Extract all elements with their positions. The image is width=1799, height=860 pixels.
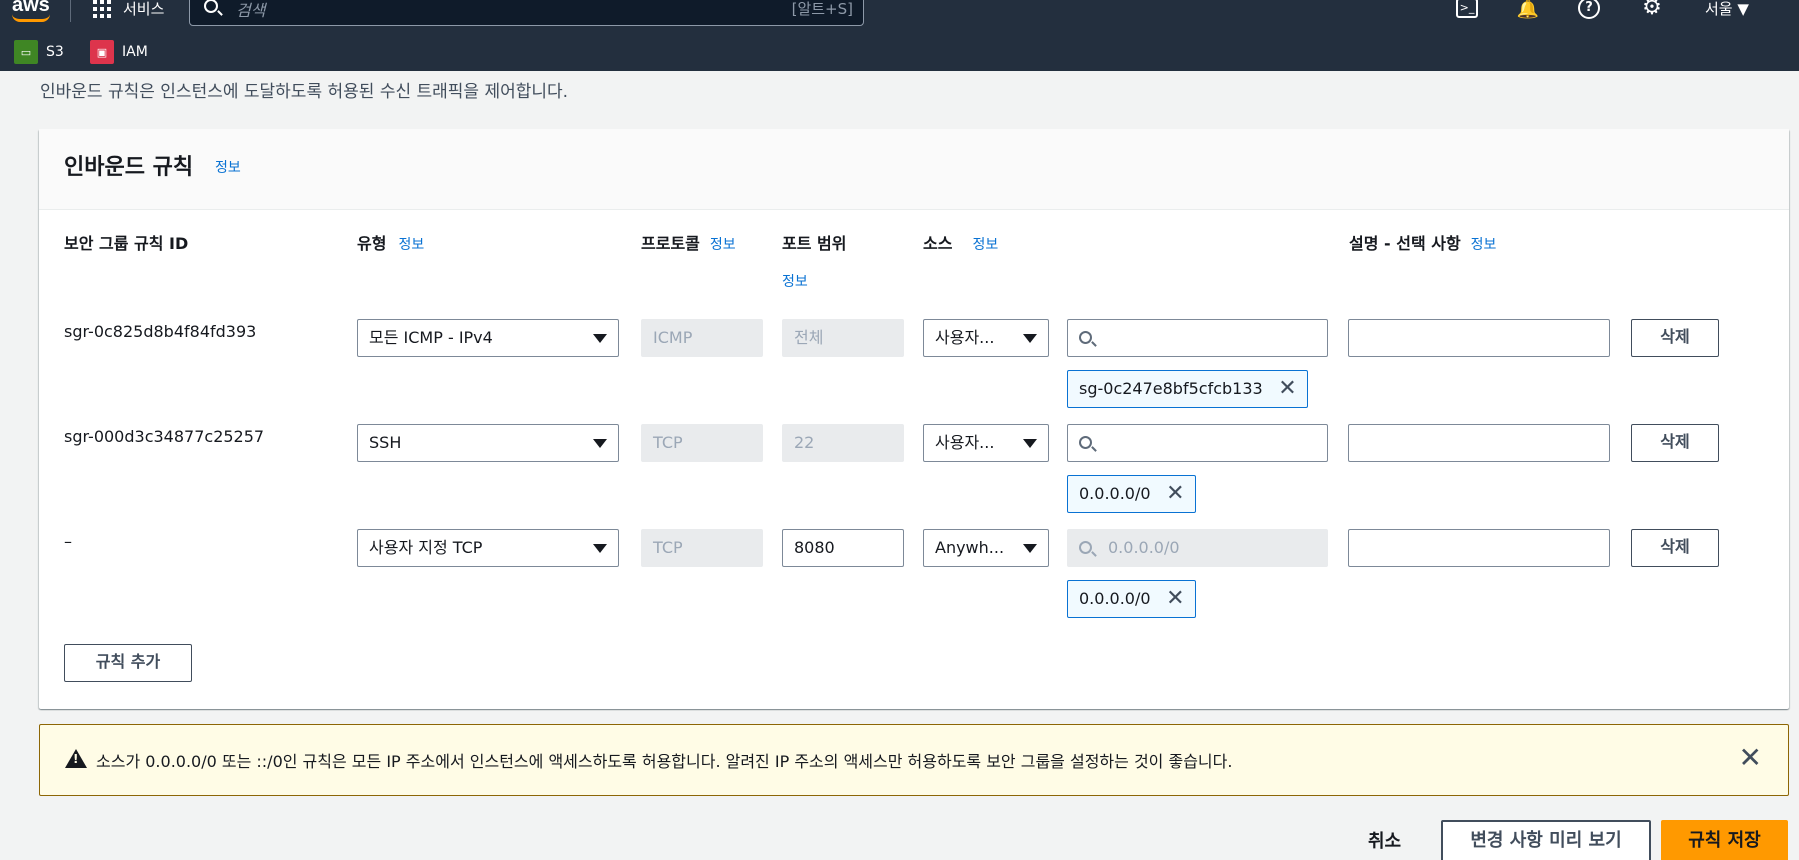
preview-changes-button[interactable]: 변경 사항 미리 보기 [1441,820,1651,860]
source-token: 0.0.0.0/0 ✕ [1067,580,1196,618]
caret-down-icon [1023,544,1037,553]
col-protocol-info-link[interactable]: 정보 [710,237,736,253]
cancel-button[interactable]: 취소 [1368,827,1401,853]
s3-icon: ▭ [14,40,38,64]
col-source-info-link[interactable]: 정보 [972,237,998,253]
source-token: sg-0c247e8bf5cfcb133 ✕ [1067,370,1308,408]
iam-icon: ▣ [90,40,114,64]
panel-title: 인바운드 규칙 [64,155,194,180]
protocol-field: ICMP [641,319,763,357]
col-protocol: 프로토콜 정보 [641,230,736,254]
col-description-label: 설명 - 선택 사항 [1349,234,1461,253]
description-input[interactable] [1348,529,1610,567]
favorite-s3-label: S3 [46,44,64,60]
search-icon [1079,541,1092,554]
remove-token-icon[interactable]: ✕ [1166,476,1184,512]
search-icon [1079,331,1092,344]
caret-down-icon [1023,439,1037,448]
protocol-field: TCP [641,529,763,567]
gear-icon[interactable]: ⚙ [1640,0,1664,20]
caret-down-icon [593,439,607,448]
source-token: 0.0.0.0/0 ✕ [1067,475,1196,513]
source-type-select[interactable]: Anywh... [923,529,1049,567]
col-description: 설명 - 선택 사항 정보 [1349,230,1496,254]
source-type-value: Anywh... [935,538,1005,557]
rule-id: sgr-0c825d8b4f84fd393 [64,322,257,341]
delete-rule-button[interactable]: 삭제 [1631,424,1719,462]
region-selector[interactable]: 서울 ▼ [1705,0,1749,19]
close-icon[interactable]: ✕ [1739,741,1762,774]
type-select-value: 사용자 지정 TCP [369,538,483,557]
save-rules-button[interactable]: 규칙 저장 [1661,820,1788,860]
col-protocol-label: 프로토콜 [641,234,700,253]
inbound-rules-panel: 인바운드 규칙 정보 보안 그룹 규칙 ID 유형 정보 프로토콜 정보 포트 범위… [39,129,1789,709]
services-grid-icon[interactable] [93,0,111,18]
source-search-input: 0.0.0.0/0 [1067,529,1328,567]
type-select-value: 모든 ICMP - IPv4 [369,328,493,347]
delete-rule-button[interactable]: 삭제 [1631,529,1719,567]
nav-divider [70,0,71,22]
protocol-field: TCP [641,424,763,462]
source-token-label: 0.0.0.0/0 [1079,484,1151,503]
col-description-info-link[interactable]: 정보 [1471,237,1497,253]
add-rule-button[interactable]: 규칙 추가 [64,644,192,682]
search-placeholder: 검색 [236,1,266,20]
type-select[interactable]: 모든 ICMP - IPv4 [357,319,619,357]
source-type-select[interactable]: 사용자... [923,424,1049,462]
delete-rule-button[interactable]: 삭제 [1631,319,1719,357]
type-select[interactable]: SSH [357,424,619,462]
source-search-input[interactable] [1067,424,1328,462]
port-range-field: 전체 [782,319,904,357]
rule-id: – [64,532,72,551]
panel-info-link[interactable]: 정보 [215,157,241,177]
col-type: 유형 정보 [357,230,424,254]
col-port-range: 포트 범위 [782,234,847,253]
cloudshell-icon[interactable]: >_ [1456,0,1478,18]
col-source: 소스 정보 [923,230,998,254]
warning-icon [65,749,87,768]
top-navigation: aws 서비스 검색 [알트+S] >_ 🔔 ? ⚙ 서울 ▼ ▭ S3 ▣ I… [0,0,1799,71]
col-source-label: 소스 [923,234,953,253]
global-search-input[interactable]: 검색 [알트+S] [189,0,864,26]
search-shortcut-hint: [알트+S] [791,0,853,18]
source-search-input[interactable] [1067,319,1328,357]
search-icon [204,0,218,13]
col-type-info-link[interactable]: 정보 [398,237,424,253]
col-rule-id: 보안 그룹 규칙 ID [64,234,189,253]
warning-text: 소스가 0.0.0.0/0 또는 ::/0인 규칙은 모든 IP 주소에서 인스… [96,752,1233,771]
rule-id: sgr-000d3c34877c25257 [64,427,265,446]
source-search-value: 0.0.0.0/0 [1108,538,1180,557]
caret-down-icon [1023,334,1037,343]
caret-down-icon [593,334,607,343]
description-input[interactable] [1348,319,1610,357]
col-port-info-link[interactable]: 정보 [782,271,808,291]
search-icon [1079,436,1092,449]
nav-primary-row: aws 서비스 검색 [알트+S] >_ 🔔 ? ⚙ 서울 ▼ [0,0,1799,30]
col-type-label: 유형 [357,234,387,253]
source-type-value: 사용자... [935,433,995,452]
description-input[interactable] [1348,424,1610,462]
intro-description: 인바운드 규칙은 인스턴스에 도달하도록 허용된 수신 트래픽을 제어합니다. [40,82,569,102]
favorite-s3[interactable]: ▭ S3 [14,40,64,64]
caret-down-icon [593,544,607,553]
source-token-label: 0.0.0.0/0 [1079,589,1151,608]
panel-header: 인바운드 규칙 정보 [39,129,1789,210]
type-select[interactable]: 사용자 지정 TCP [357,529,619,567]
services-menu-button[interactable]: 서비스 [123,0,164,19]
source-token-label: sg-0c247e8bf5cfcb133 [1079,379,1263,398]
favorite-iam[interactable]: ▣ IAM [90,40,148,64]
bell-icon[interactable]: 🔔 [1516,0,1540,20]
source-type-value: 사용자... [935,328,995,347]
favorite-iam-label: IAM [122,44,148,60]
aws-logo-smile [12,14,50,22]
source-type-select[interactable]: 사용자... [923,319,1049,357]
favorites-bar: ▭ S3 ▣ IAM [0,36,1799,68]
type-select-value: SSH [369,433,402,452]
help-icon[interactable]: ? [1578,0,1600,19]
remove-token-icon[interactable]: ✕ [1166,581,1184,617]
port-range-field: 22 [782,424,904,462]
port-range-input[interactable]: 8080 [782,529,904,567]
remove-token-icon[interactable]: ✕ [1278,371,1296,407]
warning-alert: 소스가 0.0.0.0/0 또는 ::/0인 규칙은 모든 IP 주소에서 인스… [39,724,1789,796]
